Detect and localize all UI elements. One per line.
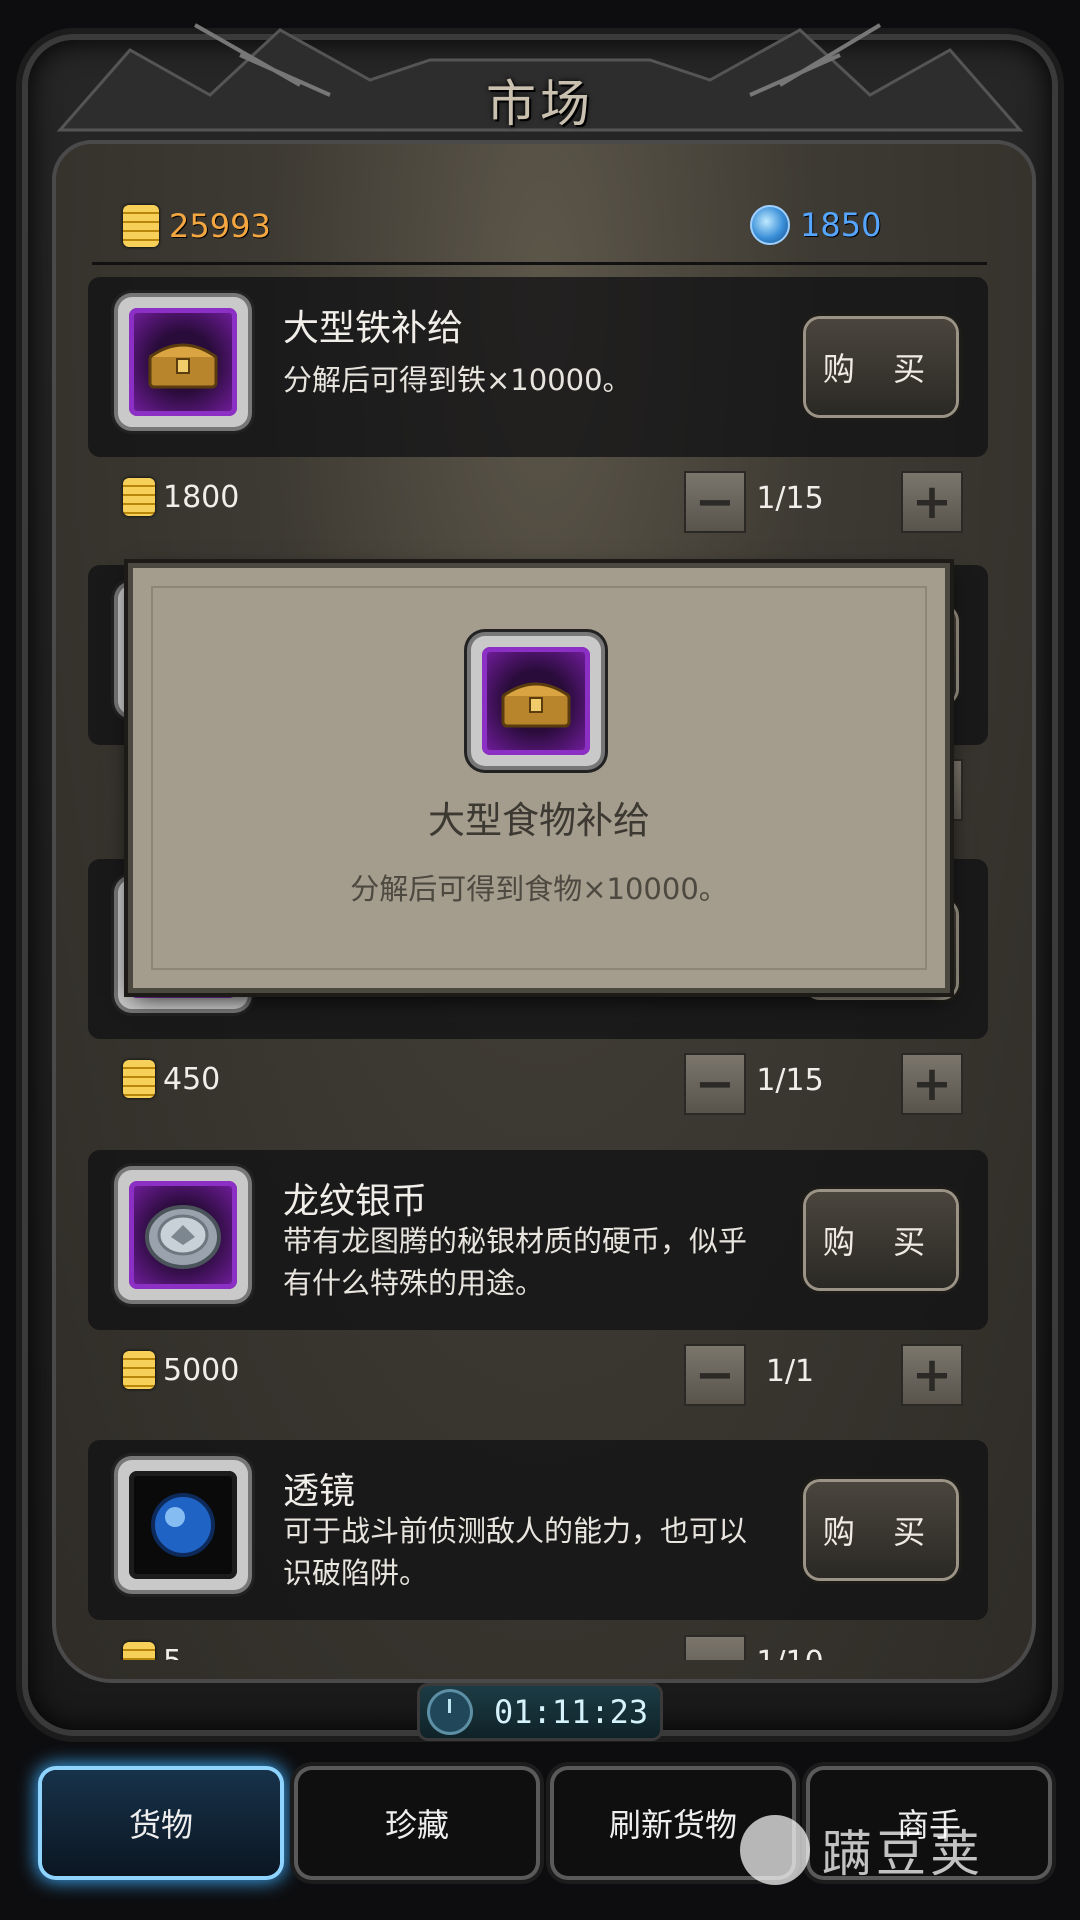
quantity-display: 1/10 bbox=[740, 1645, 840, 1660]
item-icon-frame[interactable] bbox=[118, 297, 248, 427]
quantity-display: 1/1 bbox=[765, 1354, 815, 1389]
buy-button[interactable]: 购 买 bbox=[806, 319, 956, 415]
item-name: 龙纹银币 bbox=[283, 1181, 428, 1222]
watermark-icon bbox=[740, 1815, 810, 1885]
gold-coin-icon bbox=[123, 205, 159, 247]
buy-button[interactable]: 购 买 bbox=[806, 1482, 956, 1578]
item-price: 5000 bbox=[123, 1351, 239, 1389]
gem-icon bbox=[750, 205, 790, 245]
price-row: 5 − 1/10 bbox=[88, 1627, 988, 1660]
increase-quantity-button[interactable]: + bbox=[903, 1055, 961, 1113]
gold-coin-icon bbox=[123, 1642, 155, 1660]
gold-balance: 25993 bbox=[123, 205, 271, 247]
buy-button[interactable]: 购 买 bbox=[806, 1192, 956, 1288]
gold-amount: 25993 bbox=[169, 207, 271, 245]
gold-coin-icon bbox=[123, 1060, 155, 1098]
item-icon-frame[interactable] bbox=[118, 1460, 248, 1590]
gold-coin-icon bbox=[123, 478, 155, 516]
quantity-display: 1/15 bbox=[756, 1063, 824, 1098]
item-price: 1800 bbox=[123, 478, 239, 516]
item-desc: 可于战斗前侦测敌人的能力，也可以识破陷阱。 bbox=[283, 1514, 748, 1590]
item-price: 5 bbox=[123, 1642, 182, 1660]
divider bbox=[92, 262, 987, 265]
refresh-timer: 01:11:23 bbox=[420, 1686, 660, 1738]
decrease-quantity-button[interactable]: − bbox=[686, 1637, 744, 1660]
tooltip-item-desc: 分解后可得到食物×10000。 bbox=[350, 872, 728, 906]
price-row: 1800 − 1/15 + bbox=[88, 463, 988, 533]
decrease-quantity-button[interactable]: − bbox=[686, 473, 744, 531]
gold-coin-icon bbox=[123, 1351, 155, 1389]
clock-icon bbox=[430, 1692, 470, 1732]
gem-balance: 1850 bbox=[750, 205, 881, 245]
increase-quantity-button[interactable]: + bbox=[903, 473, 961, 531]
item-desc: 带有龙图腾的秘银材质的硬币，似乎有什么特殊的用途。 bbox=[283, 1224, 748, 1300]
decrease-quantity-button[interactable]: − bbox=[686, 1346, 744, 1404]
increase-quantity-button[interactable]: + bbox=[903, 1346, 961, 1404]
item-name: 大型铁补给 bbox=[283, 308, 464, 349]
currency-bar: 25993 1850 bbox=[95, 195, 985, 265]
item-desc: 分解后可得到铁×10000。 bbox=[283, 363, 632, 397]
shop-item: 大型铁补给 分解后可得到铁×10000。 购 买 bbox=[88, 277, 988, 457]
silver-coin-icon bbox=[145, 1205, 221, 1269]
price-row: 450 − 1/15 + bbox=[88, 1045, 988, 1115]
blue-lens-icon bbox=[151, 1493, 215, 1557]
item-icon-frame[interactable] bbox=[118, 1170, 248, 1300]
tooltip-item-name: 大型食物补给 bbox=[428, 799, 650, 842]
gold-chest-icon bbox=[501, 682, 571, 728]
shop-item: 透镜 可于战斗前侦测敌人的能力，也可以识破陷阱。 购 买 bbox=[88, 1440, 988, 1620]
tab-collection[interactable]: 珍藏 bbox=[298, 1770, 536, 1876]
quantity-display: 1/15 bbox=[756, 481, 824, 516]
timer-text: 01:11:23 bbox=[494, 1693, 649, 1731]
decrease-quantity-button[interactable]: − bbox=[686, 1055, 744, 1113]
shop-item: 龙纹银币 带有龙图腾的秘银材质的硬币，似乎有什么特殊的用途。 购 买 bbox=[88, 1150, 988, 1330]
price-row: 5000 − 1/1 + bbox=[88, 1336, 988, 1406]
tab-goods[interactable]: 货物 bbox=[42, 1770, 280, 1876]
watermark-logo: 蹒豆荚 bbox=[740, 1800, 1070, 1900]
gold-chest-icon bbox=[148, 343, 218, 389]
gem-amount: 1850 bbox=[800, 206, 882, 244]
item-price: 450 bbox=[123, 1060, 220, 1098]
tooltip-item-icon-frame bbox=[471, 636, 607, 772]
item-name: 透镜 bbox=[283, 1471, 356, 1512]
item-tooltip[interactable]: 大型食物补给 分解后可得到食物×10000。 bbox=[133, 568, 945, 988]
page-title: 市场 bbox=[486, 75, 594, 133]
